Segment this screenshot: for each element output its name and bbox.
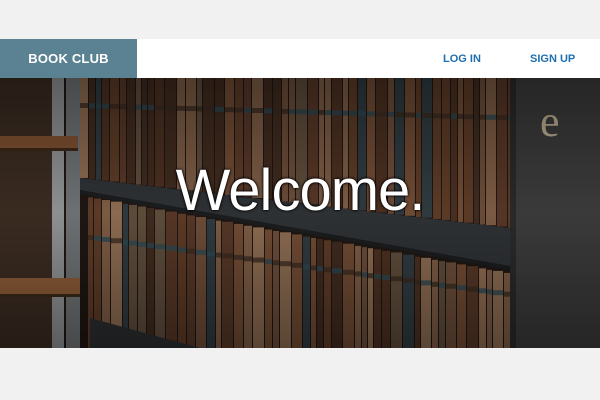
login-link[interactable]: LOG IN bbox=[443, 39, 481, 78]
signup-link[interactable]: SIGN UP bbox=[530, 39, 575, 78]
welcome-heading: Welcome. bbox=[175, 158, 426, 223]
brand-logo[interactable]: BOOK CLUB bbox=[0, 39, 137, 78]
hero-banner: e Welcome. bbox=[0, 78, 600, 348]
navbar: BOOK CLUB LOG IN SIGN UP bbox=[0, 39, 600, 78]
